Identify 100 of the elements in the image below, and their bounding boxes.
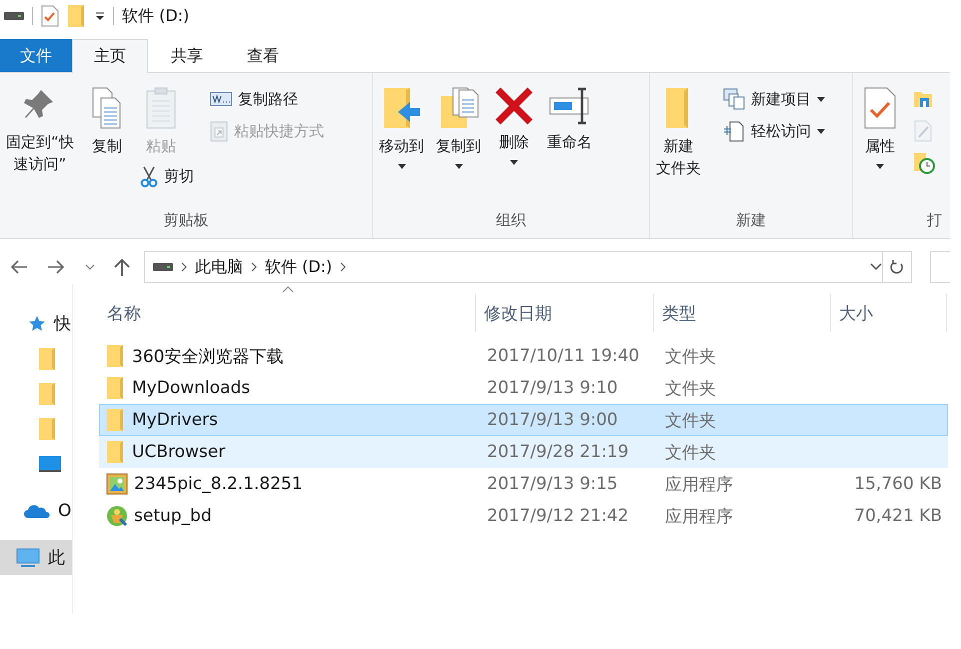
column-header[interactable]: 大小 [831, 294, 947, 332]
folder-icon [106, 440, 126, 464]
address-field[interactable]: 此电脑 软件 (D:) [144, 251, 883, 283]
column-header[interactable]: 修改日期 [476, 294, 654, 332]
folder-icon [38, 416, 58, 440]
folder-icon [38, 346, 58, 370]
chevron-icon[interactable] [250, 262, 257, 272]
cloud-icon [24, 502, 50, 518]
file-row[interactable]: MyDownloads 2017/9/13 9:10 文件夹 [99, 372, 948, 404]
ribbon-button[interactable]: 属性 [855, 83, 905, 172]
ribbon-button[interactable]: 重命名 [543, 83, 596, 157]
group-label: 新建 [735, 211, 767, 231]
ribbon-button[interactable]: 复制到 [432, 83, 485, 172]
ribbon-button[interactable]: 固定到“快 速访问” [2, 83, 78, 178]
size-cell-text: 15,760 KB [853, 474, 943, 494]
refresh-button[interactable] [882, 251, 912, 283]
nav-item[interactable]: 快 [0, 306, 72, 341]
properties-icon [863, 86, 897, 130]
date-cell-text: 2017/9/13 9:15 [486, 474, 619, 494]
dropdown-icon[interactable] [870, 263, 882, 271]
file-row[interactable]: UCBrowser 2017/9/28 21:19 文件夹 [99, 436, 948, 468]
column-header[interactable]: 名称 [99, 294, 476, 332]
type-cell-text: 应用程序 [664, 474, 734, 496]
file-name: setup_bd [134, 506, 212, 526]
forward-icon[interactable] [47, 260, 66, 274]
ribbon-button[interactable]: 删除 [489, 83, 539, 168]
desktop-icon [38, 454, 62, 472]
file-row[interactable]: 2345pic_8.2.1.8251 2017/9/13 9:15 应用程序 15,760 KB [99, 468, 948, 500]
dropdown-icon[interactable] [95, 11, 105, 21]
ribbon-button[interactable]: 复制路径 [206, 83, 302, 115]
history-icon [913, 152, 935, 174]
open-icon [913, 89, 933, 109]
folder-copy-icon [438, 86, 478, 130]
breadcrumb[interactable]: 此电脑 [194, 256, 243, 278]
type-cell-text: 文件夹 [664, 346, 717, 368]
breadcrumb[interactable]: 软件 (D:) [264, 256, 332, 278]
date-cell-text: 2017/9/13 9:10 [486, 378, 619, 398]
file-row[interactable]: MyDrivers 2017/9/13 9:00 文件夹 [99, 404, 948, 436]
nav-label: 此 [48, 547, 65, 569]
scissors-icon [140, 166, 158, 188]
recent-dropdown-icon[interactable] [84, 264, 95, 270]
chevron-icon[interactable] [340, 262, 346, 272]
folder-icon [106, 408, 126, 432]
file-name: MyDrivers [132, 410, 218, 430]
back-icon[interactable] [10, 260, 28, 274]
file-row[interactable]: setup_bd 2017/9/12 21:42 应用程序 70,421 KB [99, 500, 948, 532]
date-cell-text: 2017/9/28 21:19 [486, 442, 630, 462]
ribbon-tab[interactable]: 主页 [72, 39, 148, 73]
clipboard-icon [144, 86, 178, 130]
delete-icon [494, 86, 534, 126]
file-name: 2345pic_8.2.1.8251 [134, 474, 303, 494]
group-label: 剪贴板 [162, 211, 210, 231]
date-cell-text: 2017/9/13 9:00 [486, 410, 619, 430]
type-cell-text: 文件夹 [664, 410, 717, 432]
easy-access-icon [723, 120, 745, 142]
refresh-icon [890, 259, 904, 275]
ribbon-button[interactable]: 复制 [82, 83, 132, 161]
file-name: 360安全浏览器下载 [132, 346, 284, 368]
star-icon [28, 314, 46, 332]
file-row[interactable]: 360安全浏览器下载 2017/10/11 19:40 文件夹 [99, 340, 948, 372]
shortcut-icon [210, 120, 228, 142]
chevron-icon[interactable] [180, 262, 187, 272]
drive-icon [152, 262, 173, 272]
column-header[interactable]: 类型 [654, 294, 831, 332]
search-field[interactable] [930, 251, 950, 283]
type-cell-text: 文件夹 [664, 442, 717, 464]
date-cell-text: 2017/10/11 19:40 [486, 346, 640, 366]
drive-icon [4, 11, 24, 21]
ribbon-button[interactable]: 剪切 [136, 160, 198, 193]
rename-icon [548, 86, 592, 126]
image-app-icon [106, 473, 128, 495]
folder-icon [106, 344, 126, 368]
file-name: MyDownloads [132, 378, 250, 398]
window-title: 软件 (D:) [122, 6, 190, 26]
nav-item[interactable]: 此 [0, 540, 72, 575]
installer-icon [106, 505, 128, 527]
size-cell-text: 70,421 KB [853, 506, 943, 526]
type-cell-text: 应用程序 [664, 506, 734, 528]
checklist-icon[interactable] [41, 5, 59, 27]
file-menu-tab[interactable]: 文件 [0, 39, 72, 72]
type-cell-text: 文件夹 [664, 378, 717, 400]
folder-icon [38, 382, 58, 406]
file-name: UCBrowser [132, 442, 226, 462]
computer-icon [16, 548, 40, 568]
date-cell-text: 2017/9/12 21:42 [486, 506, 630, 526]
ribbon-button[interactable]: 新建 文件夹 [652, 83, 705, 182]
group-label: 打 [926, 211, 943, 231]
ribbon-button[interactable]: 新建项目 [719, 83, 829, 115]
up-icon[interactable] [114, 258, 130, 276]
new-item-icon [723, 88, 745, 110]
folder-arrow-icon [382, 86, 422, 130]
folder-icon [106, 376, 126, 400]
edit-icon [913, 120, 933, 142]
ribbon-button[interactable]: 轻松访问 [719, 115, 829, 147]
nav-label: O [58, 500, 72, 520]
path-icon [210, 92, 232, 106]
nav-item[interactable]: O [0, 493, 72, 528]
nav-label: 快 [54, 313, 71, 335]
ribbon-button[interactable]: 移动到 [375, 83, 428, 172]
group-label: 组织 [495, 211, 527, 231]
